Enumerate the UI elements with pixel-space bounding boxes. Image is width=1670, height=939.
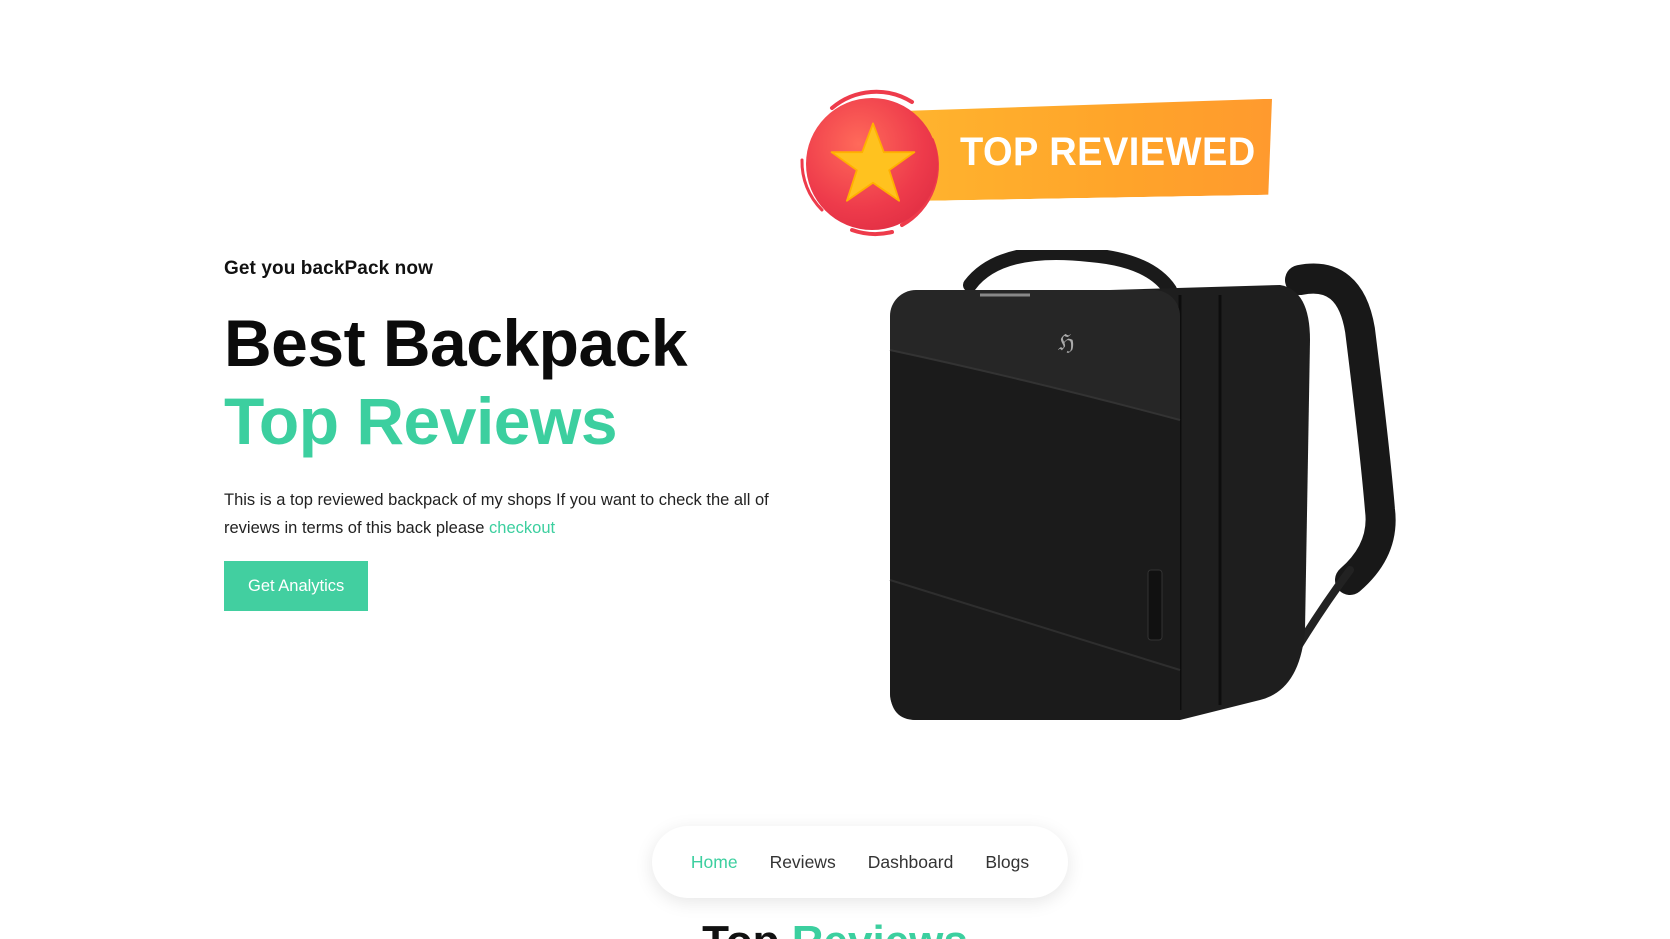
get-analytics-button[interactable]: Get Analytics — [224, 561, 369, 611]
headline-line-2: Top Reviews — [224, 384, 618, 458]
star-icon — [830, 122, 916, 202]
hero-eyebrow: Get you backPack now — [224, 258, 433, 279]
nav-item-home[interactable]: Home — [691, 852, 738, 873]
checkout-link[interactable]: checkout — [489, 519, 555, 537]
top-reviewed-badge: TOP REVIEWED — [792, 80, 1282, 236]
section-title: Top Reviews — [0, 912, 1670, 939]
page: Get you backPack now Best Backpack Top R… — [0, 0, 1670, 939]
headline-line-1: Best Backpack — [224, 306, 688, 380]
hero-text: Get you backPack now Best Backpack Top R… — [224, 258, 804, 611]
svg-text:ℌ: ℌ — [1058, 331, 1075, 356]
hero-description: This is a top reviewed backpack of my sh… — [224, 486, 799, 542]
nav-item-reviews[interactable]: Reviews — [770, 852, 836, 873]
section-title-part-1: Top — [702, 917, 779, 939]
backpack-image: ℌ — [889, 250, 1396, 720]
nav-item-dashboard[interactable]: Dashboard — [868, 852, 954, 873]
nav-item-blogs[interactable]: Blogs — [985, 852, 1029, 873]
badge-text: TOP REVIEWED — [960, 130, 1256, 174]
main-nav: Home Reviews Dashboard Blogs — [652, 826, 1068, 898]
hero-headline: Best Backpack Top Reviews — [224, 304, 804, 460]
section-title-part-2: Reviews — [792, 917, 968, 939]
